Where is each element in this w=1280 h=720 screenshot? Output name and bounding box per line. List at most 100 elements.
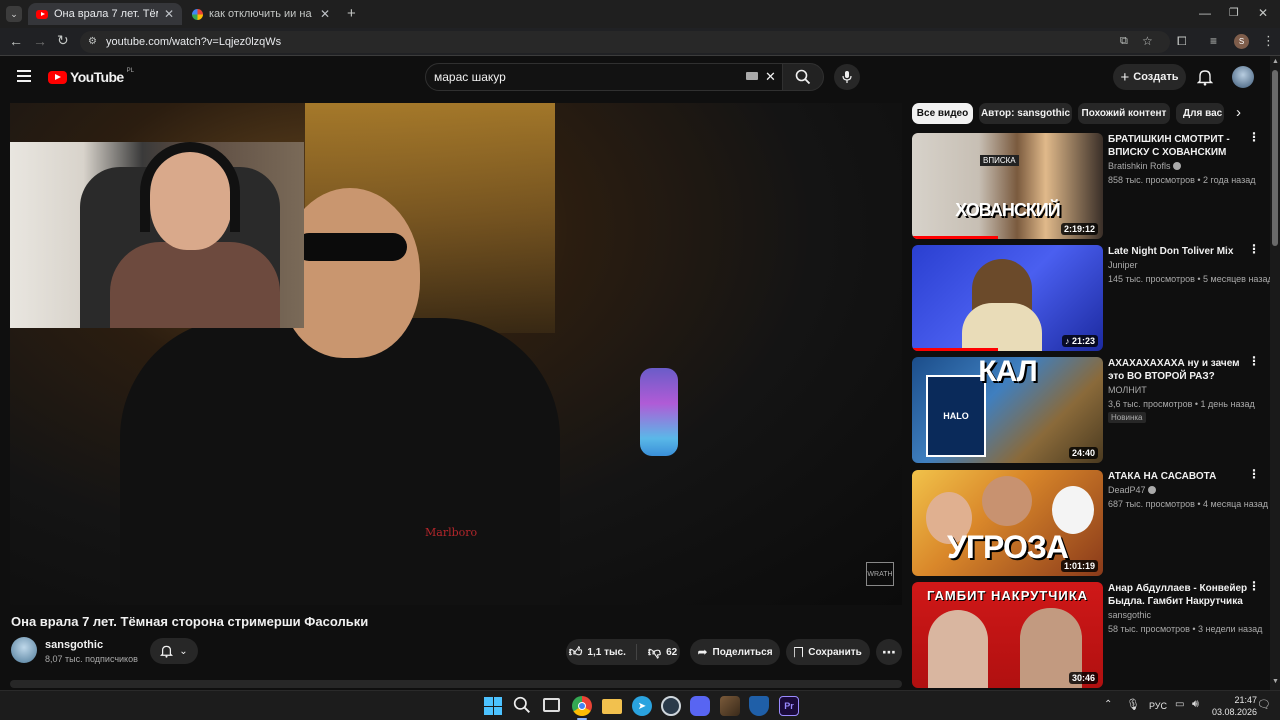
thumbnail-face-left [928,610,988,688]
file-explorer-icon[interactable] [602,699,622,714]
keyboard-icon[interactable] [746,72,758,80]
recommendation-channel[interactable]: DeadP47 [1108,485,1156,495]
close-window-icon[interactable]: ✕ [1258,6,1268,20]
chips-next-arrow-icon[interactable]: › [1236,104,1241,121]
system-clock[interactable]: 21:47 03.08.2026 [1212,694,1257,718]
bookmark-star-icon[interactable]: ☆ [1142,34,1153,48]
telegram-icon[interactable]: ➤ [632,696,652,716]
channel-name[interactable]: sansgothic [45,639,103,651]
more-vertical-icon[interactable]: ⋮ [1248,243,1260,255]
more-vertical-icon[interactable]: ⋮ [1248,468,1260,480]
video-thumbnail[interactable]: ♪ 21:23 [912,245,1103,351]
thumbnail-face-center [982,476,1032,526]
channel-avatar[interactable] [11,637,37,663]
close-tab-icon[interactable]: ✕ [164,7,174,21]
more-vertical-icon[interactable]: ⋮ [1248,355,1260,367]
create-button[interactable]: + Создать [1113,64,1186,90]
share-button[interactable]: ➦ Поделиться [690,639,780,665]
recommendation-title[interactable]: АТАКА НА САСАВОТА [1108,470,1248,483]
chip-for-you[interactable]: Для вас [1176,103,1224,124]
new-tab-button[interactable]: + [347,5,356,22]
task-view-icon[interactable] [543,698,560,712]
voice-search-button[interactable] [834,64,860,90]
video-duration: ♪ 21:23 [1061,335,1098,347]
close-tab-icon[interactable]: ✕ [320,7,330,21]
page-scrollbar[interactable]: ▲ ▼ [1270,56,1280,690]
scroll-up-arrow-icon[interactable]: ▲ [1272,58,1279,65]
tray-overflow-icon[interactable]: ⌃ [1104,699,1112,710]
volume-icon[interactable]: 🔊︎ [1192,698,1199,711]
extensions-icon[interactable]: ⧠ [1177,34,1187,49]
recommendation-title[interactable]: Анар Абдуллаев - Конвейер Быдла. Гамбит … [1108,582,1248,608]
steam-icon[interactable] [661,696,681,716]
recommendation-item[interactable]: HALO КАЛ 24:40 АХАХАХАХАХА ну и зачем эт… [912,355,1262,463]
recommendation-channel[interactable]: Juniper [1108,260,1138,270]
shield-icon[interactable] [749,696,769,716]
game-icon[interactable] [720,696,740,716]
recommendation-title[interactable]: БРАТИШКИН СМОТРИТ - ВПИСКУ С ХОВАНСКИМ [1108,133,1248,159]
video-thumbnail[interactable]: ГАМБИТ НАКРУТЧИКА 30:46 [912,582,1103,688]
address-bar[interactable]: ⚙ youtube.com/watch?v=Lqjez0lzqWs ⧉ ☆ [80,31,1170,53]
recommendation-item[interactable]: ВПИСКА ХОВАНСКИЙ 2:19:12 БРАТИШКИН СМОТР… [912,131,1262,239]
site-info-icon[interactable]: ⚙ [88,36,97,47]
microphone-tray-icon[interactable]: 🎙︎ [1126,698,1140,711]
forward-icon[interactable]: → [33,33,47,49]
scroll-down-arrow-icon[interactable]: ▼ [1272,678,1279,685]
tab-search-button[interactable]: ⌄ [6,6,22,22]
restore-icon[interactable]: ❐ [1229,6,1239,19]
browser-menu-icon[interactable]: ⋮ [1262,33,1275,49]
facecam-overlay [10,142,304,328]
minimize-icon[interactable]: — [1199,6,1211,20]
dislike-button[interactable]: 👎︎ 62 [642,644,677,660]
back-icon[interactable]: ← [9,33,23,49]
taskbar-search-icon[interactable] [513,696,533,716]
notifications-icon[interactable]: 🗨︎ [1257,698,1271,711]
more-vertical-icon[interactable]: ⋮ [1248,580,1260,592]
chip-author[interactable]: Автор: sansgothic [979,103,1072,124]
tab-title: Она врала 7 лет. Тёмная сторо [54,8,158,20]
account-avatar[interactable] [1232,66,1254,88]
recommendation-item[interactable]: УГРОЗА 1:01:19 АТАКА НА САСАВОТА DeadP47… [912,468,1268,576]
more-actions-button[interactable]: ⋯ [876,639,902,665]
discord-icon[interactable] [690,696,710,716]
like-button[interactable]: 👍︎ 1,1 тыс. [569,644,637,660]
clear-search-icon[interactable]: ✕ [765,69,776,85]
browser-tab-google[interactable]: как отключить ии на кике есл ✕ [184,3,338,25]
video-thumbnail[interactable]: УГРОЗА 1:01:19 [912,470,1103,576]
reload-icon[interactable]: ↻ [57,32,69,49]
recommendation-channel[interactable]: Bratishkin Rofls [1108,161,1181,171]
youtube-logo[interactable]: YouTube PL [48,68,134,85]
search-input[interactable]: марас шакур ✕ [425,63,783,91]
premiere-icon[interactable]: Pr [779,696,799,716]
notifications-bell-icon[interactable] [1196,68,1214,91]
video-player[interactable]: Marlboro WRATH [10,103,902,605]
chip-related[interactable]: Похожий контент [1078,103,1170,124]
scrollbar-thumb[interactable] [1272,70,1278,246]
cast-icon[interactable]: ⧉ [1120,35,1128,48]
chrome-icon[interactable] [572,696,592,716]
music-note-icon: ♪ [1064,336,1072,346]
reading-list-icon[interactable]: ≡ [1210,34,1217,48]
recommendation-item[interactable]: ГАМБИТ НАКРУТЧИКА 30:46 Анар Абдуллаев -… [912,580,1262,688]
input-language[interactable]: РУС [1149,701,1167,711]
subscription-bell-button[interactable]: ⌄ [150,638,198,664]
chip-all-videos[interactable]: Все видео [912,103,973,124]
browser-tab-youtube[interactable]: Она врала 7 лет. Тёмная сторо ✕ [28,3,182,25]
share-icon: ➦ [697,645,708,659]
recommendation-title[interactable]: Late Night Don Toliver Mix [1108,245,1248,258]
recommendation-channel[interactable]: sansgothic [1108,610,1151,620]
search-icon [795,69,811,85]
video-thumbnail[interactable]: HALO КАЛ 24:40 [912,357,1103,463]
network-icon[interactable]: ▭ [1175,699,1184,710]
profile-avatar[interactable]: S [1234,34,1249,49]
recommendation-channel[interactable]: МОЛНИТ [1108,385,1147,395]
recommendation-title[interactable]: АХАХАХАХАХА ну и зачем это ВО ВТОРОЙ РАЗ… [1108,357,1248,383]
search-button[interactable] [782,63,824,91]
windows-start-icon[interactable] [484,697,502,715]
thumbnail-overlay-text: КАЛ [978,357,1037,388]
video-thumbnail[interactable]: ВПИСКА ХОВАНСКИЙ 2:19:12 [912,133,1103,239]
hamburger-menu-icon[interactable] [17,70,31,82]
more-vertical-icon[interactable]: ⋮ [1248,131,1260,143]
save-button[interactable]: Сохранить [786,639,870,665]
recommendation-item[interactable]: ♪ 21:23 Late Night Don Toliver Mix Junip… [912,243,1273,351]
